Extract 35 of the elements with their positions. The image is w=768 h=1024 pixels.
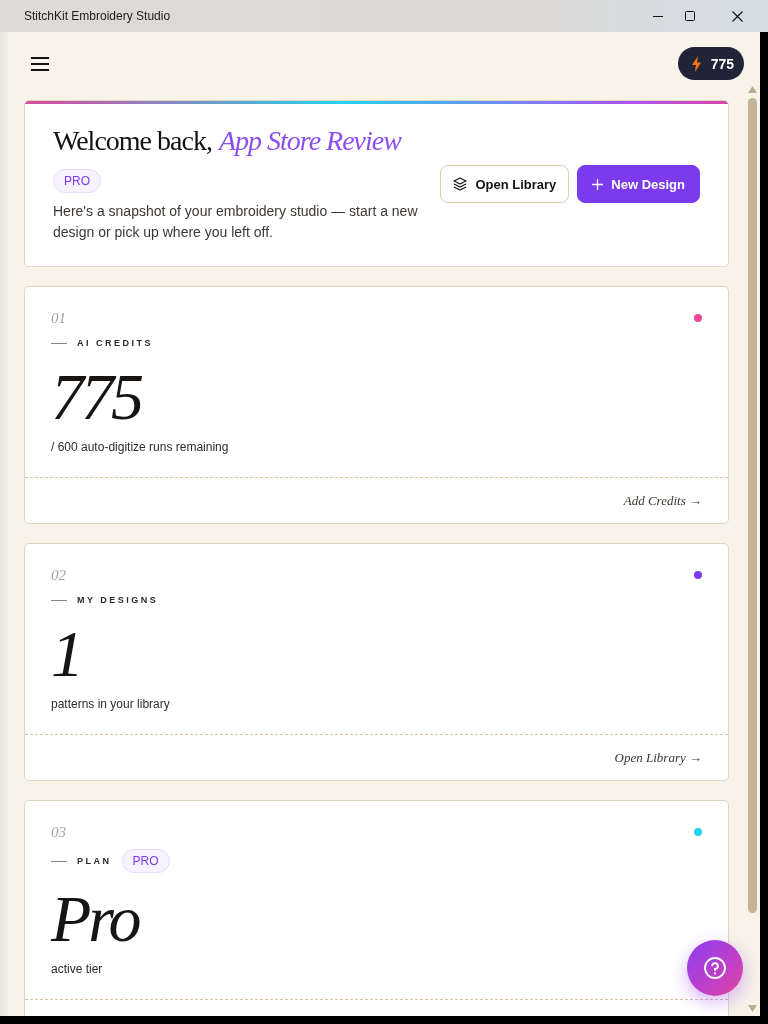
stat-value: 1 [51, 618, 82, 690]
credits-pill[interactable]: 775 [677, 47, 744, 80]
help-icon [704, 957, 726, 979]
scrollbar-thumb[interactable] [747, 98, 757, 913]
stat-caption: active tier [51, 961, 103, 977]
stat-value: 775 [51, 361, 143, 433]
plan-badge: PRO [121, 849, 170, 873]
stat-caption: patterns in your library [51, 696, 170, 712]
stat-label: PLAN [77, 855, 112, 868]
card-link[interactable]: Add Credits → [623, 492, 702, 509]
minimize-icon [653, 15, 663, 17]
welcome-description: Here's a snapshot of your embroidery studio — start a new design or pick up where you left off. [53, 202, 419, 242]
scroll-up-icon[interactable] [747, 86, 757, 93]
welcome-greeting: Welcome back, [53, 125, 212, 156]
open-library-button[interactable]: Open Library [440, 165, 570, 203]
close-icon [731, 10, 743, 22]
plan-badge: PRO [53, 169, 101, 193]
stat-value: Pro [51, 883, 141, 955]
card-link[interactable]: Open Library → [614, 749, 702, 766]
stat-caption: / 600 auto-digitize runs remaining [51, 439, 229, 455]
plus-icon [592, 178, 604, 190]
menu-icon [31, 56, 49, 71]
scroll-down-icon[interactable] [747, 1005, 757, 1012]
user-name: App Store Review [218, 125, 401, 156]
card-number: 03 [51, 823, 66, 842]
lightning-icon [691, 55, 701, 72]
maximize-icon [685, 11, 695, 21]
window-title: StitchKit Embroidery Studio [24, 9, 172, 23]
card-number: 01 [51, 309, 66, 328]
stat-label: AI CREDITS [77, 337, 153, 350]
new-design-button[interactable]: New Design [577, 165, 700, 203]
stat-label: MY DESIGNS [77, 594, 159, 607]
layers-icon [453, 177, 468, 191]
card-number: 02 [51, 566, 66, 585]
credits-count: 775 [710, 55, 734, 72]
